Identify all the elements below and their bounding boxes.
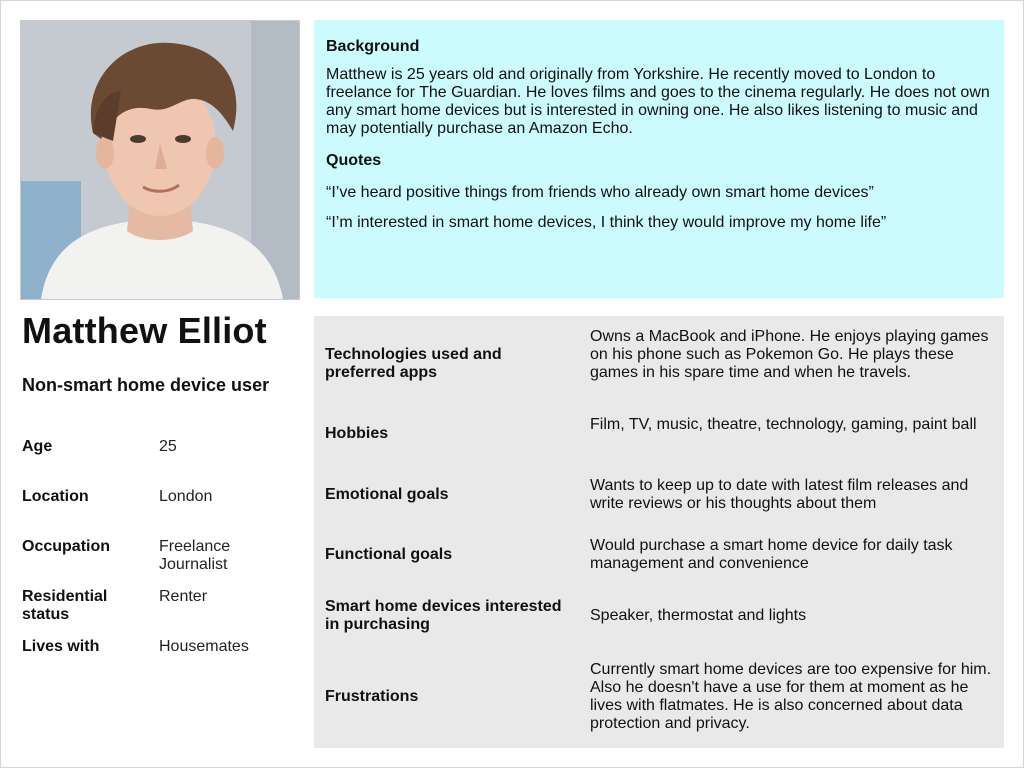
persona-photo: [20, 20, 300, 300]
demo-value: London: [159, 488, 213, 505]
quotes-heading: Quotes: [326, 152, 382, 169]
demo-label: Occupation: [22, 538, 111, 555]
quote-2: “I’m interested in smart home devices, I…: [326, 214, 887, 231]
details-panel: Technologies used and preferred apps Own…: [314, 316, 1004, 748]
background-text: Matthew is 25 years old and originally f…: [326, 66, 990, 137]
detail-value: Wants to keep up to date with latest fil…: [590, 477, 969, 512]
detail-label: Technologies used and preferred apps: [325, 346, 502, 381]
demo-label: Age: [22, 438, 53, 455]
persona-subtitle: Non-smart home device user: [22, 375, 270, 395]
background-heading: Background: [326, 38, 420, 55]
demo-value: Renter: [159, 588, 208, 605]
quote-1: “I’ve heard positive things from friends…: [326, 184, 874, 201]
detail-value: Would purchase a smart home device for d…: [590, 537, 953, 572]
demo-value: 25: [159, 438, 177, 455]
demo-label: Residential status: [22, 588, 108, 623]
detail-label: Hobbies: [325, 425, 389, 442]
demo-label: Lives with: [22, 638, 100, 655]
demo-value: Freelance Journalist: [159, 538, 231, 573]
detail-value: Speaker, thermostat and lights: [590, 607, 807, 624]
detail-value: Owns a MacBook and iPhone. He enjoys pla…: [590, 328, 989, 381]
demo-label: Location: [22, 488, 89, 505]
detail-label: Smart home devices interested in purchas…: [325, 598, 562, 633]
demo-value: Housemates: [159, 638, 249, 655]
detail-value: Film, TV, music, theatre, technology, ga…: [590, 416, 977, 433]
detail-label: Emotional goals: [325, 486, 449, 503]
persona-name: Matthew Elliot: [22, 310, 267, 351]
background-panel: Background Matthew is 25 years old and o…: [314, 20, 1004, 298]
detail-label: Frustrations: [325, 688, 419, 705]
detail-label: Functional goals: [325, 546, 453, 563]
detail-value: Currently smart home devices are too exp…: [590, 661, 992, 732]
